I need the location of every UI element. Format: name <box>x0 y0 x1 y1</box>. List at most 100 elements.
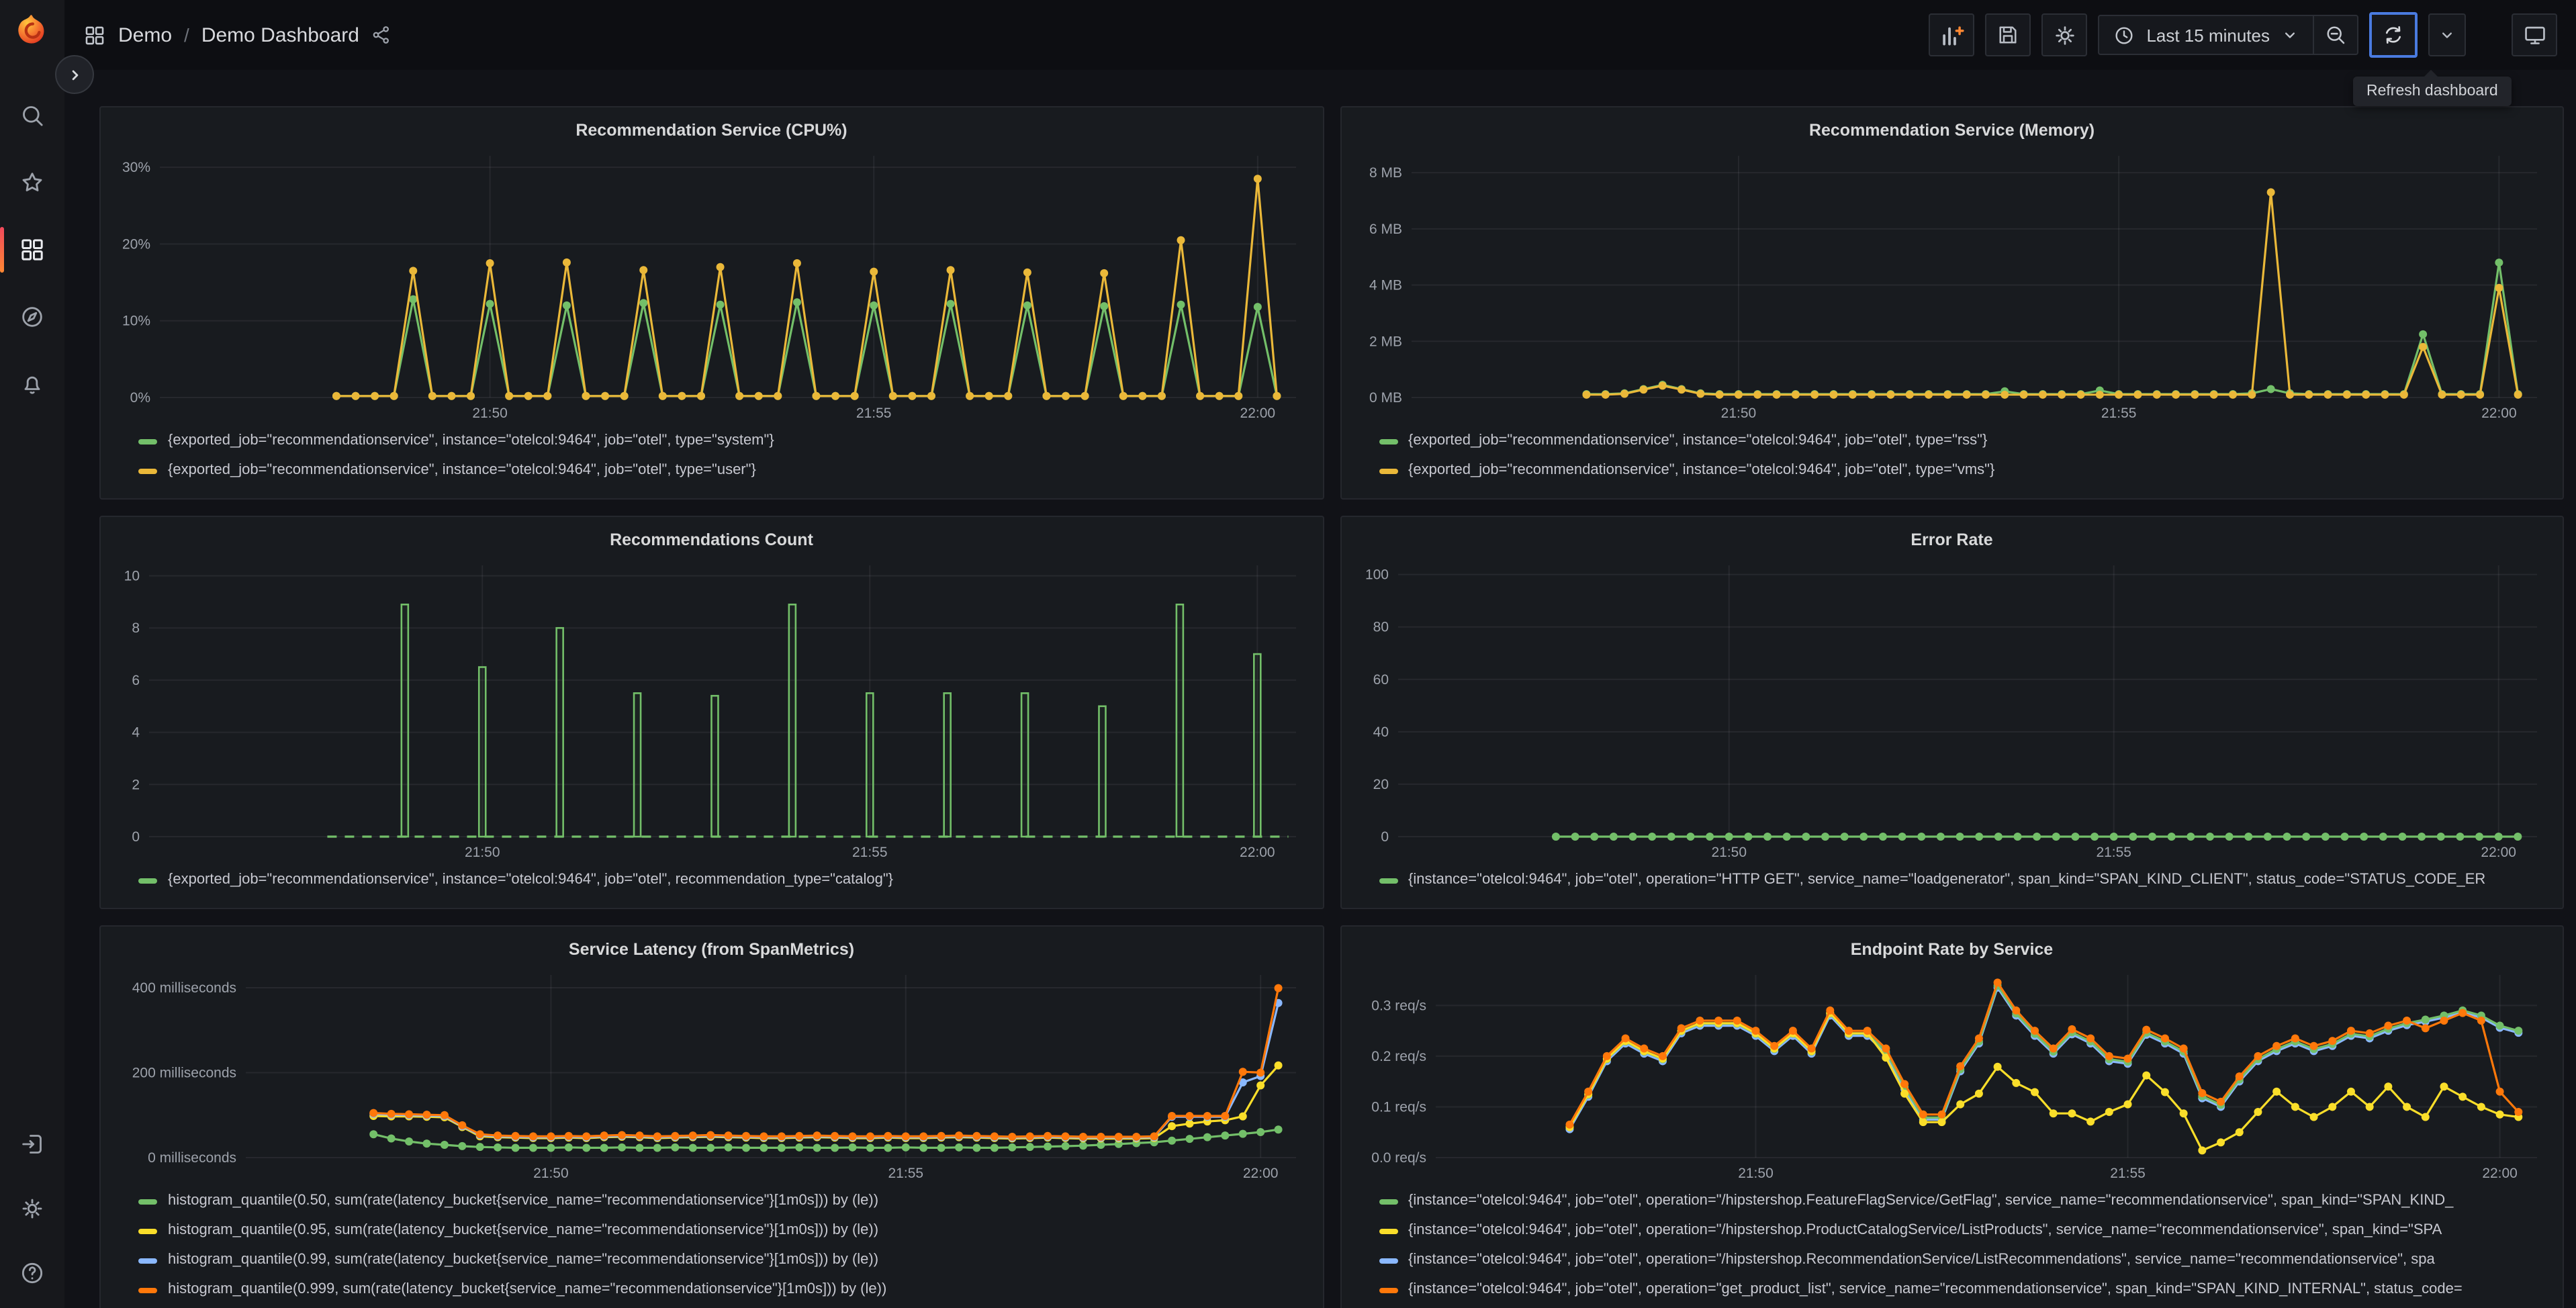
legend-item[interactable]: {exported_job="recommendationservice", i… <box>138 428 1309 454</box>
svg-text:22:00: 22:00 <box>2481 1166 2517 1181</box>
breadcrumb-page[interactable]: Demo Dashboard <box>201 24 359 46</box>
svg-text:0 milliseconds: 0 milliseconds <box>148 1150 236 1166</box>
svg-text:400 milliseconds: 400 milliseconds <box>132 980 236 996</box>
chart-service-latency[interactable]: 0 milliseconds 200 milliseconds 400 millis… <box>114 964 1309 1184</box>
refresh-icon <box>2385 26 2401 44</box>
panel-title[interactable]: Recommendation Service (Memory) <box>1354 115 2549 145</box>
svg-text:2 MB: 2 MB <box>1369 334 1401 349</box>
panel-title[interactable]: Service Latency (from SpanMetrics) <box>114 935 1309 964</box>
cycle-view-mode-button[interactable] <box>2512 13 2557 56</box>
settings-gear-icon <box>22 1199 42 1219</box>
alerting-bell-icon <box>24 376 40 394</box>
svg-text:21:55: 21:55 <box>2095 845 2131 860</box>
legend-item[interactable]: histogram_quantile(0.999, sum(rate(laten… <box>138 1277 1309 1303</box>
legend-swatch <box>138 878 157 883</box>
panel-error-rate: Error Rate 0 20 40 60 80 100 21:50 21:55 22:00 {… <box>1340 516 2564 909</box>
legend: histogram_quantile(0.50, sum(rate(latenc… <box>114 1184 1309 1308</box>
svg-text:0.1 req/s: 0.1 req/s <box>1371 1099 1426 1115</box>
svg-text:8 MB: 8 MB <box>1369 165 1401 181</box>
grafana-logo[interactable] <box>15 13 50 48</box>
panel-title[interactable]: Error Rate <box>1354 525 2549 555</box>
legend-swatch <box>138 1228 157 1233</box>
sign-in-icon <box>22 1135 42 1154</box>
add-panel-icon <box>1942 26 1964 45</box>
legend-item[interactable]: {exported_job="recommendationservice", i… <box>138 868 1309 893</box>
chart-recommendations-count[interactable]: 0 2 4 6 8 10 21:50 21:55 22:00 <box>114 555 1309 863</box>
expand-sidebar-button[interactable] <box>55 55 94 94</box>
legend-swatch <box>1379 878 1397 883</box>
legend-item[interactable]: {exported_job="recommendationservice", i… <box>1379 458 2549 483</box>
cycle-view-mode-icon <box>2524 26 2544 44</box>
panel-recommendations-count: Recommendations Count 0 2 4 6 8 10 21:50 21:55 2… <box>99 516 1324 909</box>
chart-endpoint-rate[interactable]: 0.0 req/s 0.1 req/s 0.2 req/s 0.3 req/s 21:5… <box>1354 964 2549 1184</box>
legend-item[interactable]: {instance="otelcol:9464", job="otel", op… <box>1379 1188 2549 1214</box>
legend-item[interactable]: {instance="otelcol:9464", job="otel", op… <box>1379 1218 2549 1244</box>
svg-text:21:55: 21:55 <box>2101 406 2136 421</box>
legend-item[interactable]: {instance="otelcol:9464", job="otel", op… <box>1379 1248 2549 1273</box>
svg-text:60: 60 <box>1373 672 1388 688</box>
legend-item[interactable]: {exported_job="recommendationservice", i… <box>138 458 1309 483</box>
legend-swatch <box>1379 468 1397 473</box>
sidebar-item-explore[interactable] <box>0 301 64 333</box>
sidebar-item-dashboards[interactable] <box>0 227 64 273</box>
svg-text:100: 100 <box>1365 567 1388 583</box>
svg-text:6 MB: 6 MB <box>1369 222 1401 237</box>
sidebar-item-sign-in[interactable] <box>19 1128 46 1160</box>
legend-item[interactable]: histogram_quantile(0.95, sum(rate(latenc… <box>138 1218 1309 1244</box>
chart-error-rate[interactable]: 0 20 40 60 80 100 21:50 21:55 22:00 <box>1354 555 2549 863</box>
svg-text:0: 0 <box>132 829 140 845</box>
legend-swatch <box>138 1258 157 1263</box>
panel-recommendation-service-memory: Recommendation Service (Memory) 0 MB 2 MB… <box>1340 106 2564 500</box>
legend-label: histogram_quantile(0.95, sum(rate(latenc… <box>168 1222 879 1238</box>
grafana-dashboard: Demo / Demo Dashboard Last 15 minutes Re… <box>0 0 2576 1308</box>
legend-label: histogram_quantile(0.50, sum(rate(latenc… <box>168 1193 879 1209</box>
dashboard-settings-button[interactable] <box>2041 13 2088 56</box>
panel-title[interactable]: Recommendation Service (CPU%) <box>114 115 1309 145</box>
sidebar-item-search[interactable] <box>0 99 64 132</box>
legend-swatch <box>1379 1287 1397 1293</box>
save-dashboard-button[interactable] <box>1985 13 2031 56</box>
breadcrumb-section[interactable]: Demo <box>118 24 172 46</box>
svg-text:0.2 req/s: 0.2 req/s <box>1371 1049 1426 1064</box>
legend-item[interactable]: {exported_job="recommendationservice", i… <box>1379 428 2549 454</box>
svg-text:10: 10 <box>124 569 140 584</box>
legend-item[interactable]: histogram_quantile(0.99, sum(rate(latenc… <box>138 1248 1309 1273</box>
legend-label: {instance="otelcol:9464", job="otel", op… <box>1408 1252 2435 1268</box>
panel-service-latency: Service Latency (from SpanMetrics) 0 mil… <box>99 925 1324 1308</box>
time-range-label: Last 15 minutes <box>2146 25 2270 45</box>
sidebar-item-help[interactable] <box>19 1257 46 1289</box>
dashboard-settings-icon <box>2055 26 2074 44</box>
legend: {exported_job="recommendationservice", i… <box>114 424 1309 490</box>
panel-title[interactable]: Endpoint Rate by Service <box>1354 935 2549 964</box>
legend: {instance="otelcol:9464", job="otel", op… <box>1354 863 2549 900</box>
chart-memory[interactable]: 0 MB 2 MB 4 MB 6 MB 8 MB 21:50 21:55 22:00 <box>1354 145 2549 424</box>
sidebar-item-alerting[interactable] <box>0 368 64 400</box>
refresh-dashboard-button[interactable] <box>2369 12 2418 58</box>
panel-title[interactable]: Recommendations Count <box>114 525 1309 555</box>
svg-text:0.0 req/s: 0.0 req/s <box>1371 1150 1426 1166</box>
zoom-out-time-range-button[interactable] <box>2313 16 2357 54</box>
svg-text:21:50: 21:50 <box>465 845 500 860</box>
legend-item[interactable]: {instance="otelcol:9464", job="otel", op… <box>1379 1277 2549 1303</box>
star-icon <box>22 173 42 191</box>
legend-item[interactable]: histogram_quantile(0.50, sum(rate(latenc… <box>138 1188 1309 1214</box>
refresh-interval-dropdown[interactable] <box>2428 13 2466 56</box>
legend-swatch <box>1379 438 1397 444</box>
share-icon[interactable] <box>371 24 393 46</box>
chevron-right-icon <box>71 69 78 80</box>
dashboards-grid-icon <box>85 26 104 44</box>
svg-text:21:55: 21:55 <box>2109 1166 2145 1181</box>
legend-item[interactable]: {instance="otelcol:9464", job="otel", op… <box>1379 868 2549 893</box>
svg-text:200 milliseconds: 200 milliseconds <box>132 1065 236 1080</box>
legend-label: {instance="otelcol:9464", job="otel", op… <box>1408 1222 2442 1238</box>
svg-text:21:50: 21:50 <box>1737 1166 1773 1181</box>
svg-text:0 MB: 0 MB <box>1369 390 1401 406</box>
add-panel-button[interactable] <box>1929 13 1975 56</box>
time-range-picker[interactable]: Last 15 minutes <box>2099 16 2313 54</box>
svg-text:4: 4 <box>132 725 140 741</box>
svg-text:21:55: 21:55 <box>852 845 888 860</box>
legend-label: {exported_job="recommendationservice", i… <box>1408 462 1995 478</box>
chart-cpu-percent[interactable]: 0% 10% 20% 30% 21:50 21:55 22:00 <box>114 145 1309 424</box>
sidebar-item-starred[interactable] <box>0 167 64 199</box>
sidebar-item-settings[interactable] <box>19 1193 46 1225</box>
